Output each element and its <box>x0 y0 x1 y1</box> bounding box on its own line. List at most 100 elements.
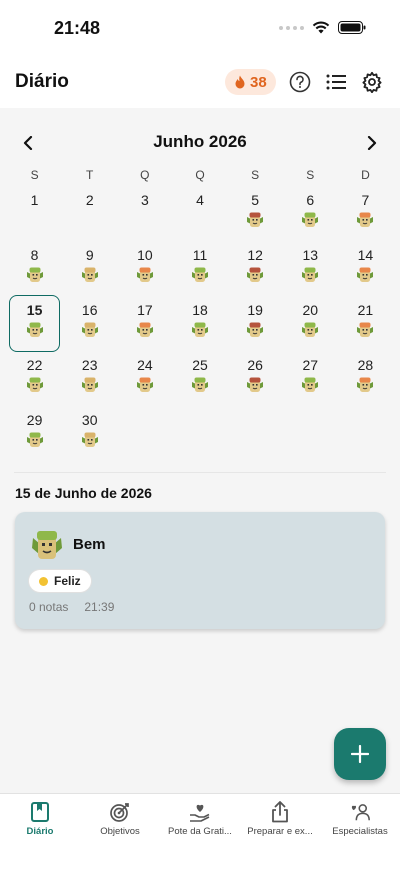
mood-face-icon <box>191 267 208 282</box>
mood-face-icon <box>136 267 153 282</box>
day-number: 17 <box>137 302 153 318</box>
mood-face-icon <box>191 322 208 337</box>
calendar-day[interactable]: 19 <box>228 300 283 355</box>
calendar-day[interactable]: 22 <box>7 355 62 410</box>
flame-icon <box>235 75 245 89</box>
day-number: 9 <box>85 247 94 263</box>
emotion-chip[interactable]: Feliz <box>29 570 91 592</box>
calendar-day[interactable]: 17 <box>117 300 172 355</box>
day-number: 12 <box>247 247 263 263</box>
streak-count: 38 <box>250 73 267 91</box>
day-number: 29 <box>26 412 43 428</box>
calendar-day[interactable]: 26 <box>228 355 283 410</box>
entry-notes-count: 0 notas <box>29 600 69 614</box>
mood-face-icon <box>81 377 98 392</box>
calendar-day[interactable]: 28 <box>338 355 393 410</box>
mood-face-icon <box>302 377 319 392</box>
weekday-label: S <box>251 168 260 182</box>
wifi-icon <box>312 21 330 34</box>
day-number: 4 <box>196 192 204 208</box>
calendar-grid: 1 2 3 4 5 6 7 8 9 10 11 12 13 14 15 16 17 18 19 20 21 22 23 24 2… <box>7 190 393 465</box>
day-number: 22 <box>26 357 43 373</box>
mood-face-icon <box>247 322 264 337</box>
nav-label: Preparar e ex... <box>247 826 313 837</box>
plus-icon <box>351 745 369 763</box>
weekday-label: D <box>361 168 370 182</box>
day-number: 28 <box>357 357 374 373</box>
battery-icon <box>338 21 366 34</box>
calendar-day[interactable]: 1 <box>7 190 62 245</box>
mood-face-icon <box>302 322 319 337</box>
emotion-chip-label: Feliz <box>54 574 81 588</box>
add-entry-button[interactable] <box>334 728 386 780</box>
calendar-day[interactable]: 14 <box>338 245 393 300</box>
calendar-day[interactable]: 7 <box>338 190 393 245</box>
calendar-day[interactable]: 18 <box>172 300 227 355</box>
day-number: 11 <box>192 247 208 263</box>
emotion-dot <box>39 576 48 586</box>
calendar-day[interactable]: 20 <box>283 300 338 355</box>
calendar-day[interactable]: 9 <box>62 245 117 300</box>
share-icon <box>269 801 291 823</box>
nav-label: Especialistas <box>332 826 388 837</box>
calendar-day[interactable]: 5 <box>228 190 283 245</box>
day-number: 10 <box>137 247 153 263</box>
calendar-day[interactable]: 21 <box>338 300 393 355</box>
next-month-button[interactable] <box>359 130 385 156</box>
calendar-day[interactable]: 16 <box>62 300 117 355</box>
target-icon <box>109 801 131 823</box>
day-number: 15 <box>26 302 43 318</box>
mood-face-icon <box>247 212 264 227</box>
entry-card[interactable]: Bem Feliz 0 notas 21:39 <box>15 512 385 629</box>
nav-item-book[interactable]: Diário <box>0 794 80 869</box>
calendar-day[interactable]: 3 <box>117 190 172 245</box>
calendar-day[interactable]: 4 <box>172 190 227 245</box>
day-number: 5 <box>251 192 260 208</box>
day-number: 13 <box>302 247 319 263</box>
calendar-day[interactable]: 8 <box>7 245 62 300</box>
weekday-label: S <box>306 168 315 182</box>
calendar-day[interactable]: 6 <box>283 190 338 245</box>
day-number: 24 <box>137 357 153 373</box>
help-button[interactable] <box>287 69 313 95</box>
mood-face-icon <box>357 377 374 392</box>
month-title: Junho 2026 <box>153 132 247 151</box>
calendar-day[interactable]: 13 <box>283 245 338 300</box>
nav-item-target[interactable]: Objetivos <box>80 794 160 869</box>
nav-item-share[interactable]: Preparar e ex... <box>240 794 320 869</box>
calendar-day[interactable]: 12 <box>228 245 283 300</box>
calendar-day[interactable]: 11 <box>172 245 227 300</box>
calendar-day[interactable]: 23 <box>62 355 117 410</box>
day-number: 25 <box>192 357 208 373</box>
calendar-day[interactable]: 2 <box>62 190 117 245</box>
calendar-day[interactable]: 30 <box>62 410 117 465</box>
calendar-day[interactable]: 15 <box>9 295 61 352</box>
divider <box>14 472 386 473</box>
mood-face-icon <box>357 267 374 282</box>
day-number: 16 <box>81 302 98 318</box>
calendar-day[interactable]: 24 <box>117 355 172 410</box>
calendar-day[interactable]: 10 <box>117 245 172 300</box>
weekday-label: Q <box>195 168 205 182</box>
calendar-day[interactable]: 25 <box>172 355 227 410</box>
mood-face-icon <box>81 267 98 282</box>
calendar-day[interactable]: 29 <box>7 410 62 465</box>
weekday-label: T <box>86 168 94 182</box>
streak-badge[interactable]: 38 <box>225 69 276 95</box>
list-button[interactable] <box>323 69 349 95</box>
mood-face-icon <box>26 267 43 282</box>
calendar-day[interactable]: 27 <box>283 355 338 410</box>
entry-mood-label: Bem <box>73 536 106 553</box>
people-icon <box>349 801 371 823</box>
mood-face-icon <box>26 377 43 392</box>
entry-meta: 0 notas 21:39 <box>29 600 114 614</box>
day-number: 2 <box>85 192 94 208</box>
nav-label: Objetivos <box>100 826 140 837</box>
mood-face-icon <box>191 377 208 392</box>
mood-face-icon <box>136 322 153 337</box>
mood-face-icon <box>26 322 43 337</box>
list-icon <box>326 74 346 90</box>
nav-item-people[interactable]: Especialistas <box>320 794 400 869</box>
settings-button[interactable] <box>359 69 385 95</box>
nav-item-heart-hand[interactable]: Pote da Grati... <box>160 794 240 869</box>
